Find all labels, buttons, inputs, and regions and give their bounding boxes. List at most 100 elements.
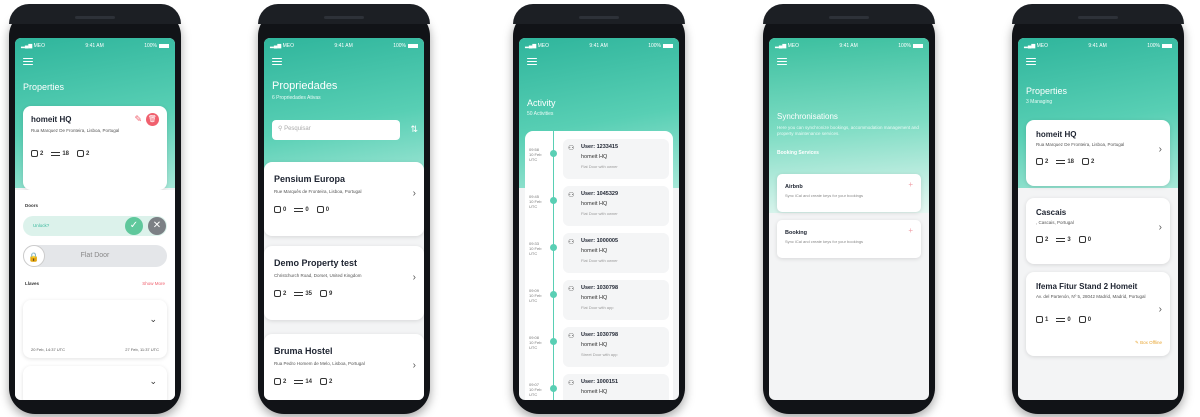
property-card[interactable]: homeit HQ ✎ 🗑 Rua Marquez De Fronteira, … [23,106,167,190]
property-card[interactable]: homeit HQ Rua Marquez De Fronteira, Lisbo… [1026,120,1170,186]
lock-icon [274,206,281,213]
door-button[interactable]: 🔒 Flat Door [23,245,167,267]
clock: 9:41 AM [334,43,353,49]
add-icon[interactable]: + [908,226,913,235]
keys-count: 0 [305,206,309,213]
property-card[interactable]: Demo Property test Christchurch Road, Dor… [264,246,424,320]
carrier: MEO [1036,43,1049,49]
status-bar: ▂▄▆ MEO 9:41 AM 100% [270,41,418,51]
signal-icon: ▂▄▆ [775,43,787,49]
page-title: Synchronisations [777,112,838,121]
confirm-icon[interactable]: ✓ [125,217,143,235]
activity-card[interactable]: ⚇ User: 1233415 homeit HQ Flat Door with ow… [563,139,669,179]
menu-icon[interactable] [777,58,787,65]
activity-card[interactable]: ⚇ User: 1045329 homeit HQ Flat Door with ow… [563,186,669,226]
property-stats: 1 0 0 [1036,316,1091,323]
property-card[interactable]: Bruma Hostel Rua Pedro Homem de Melo, Lis… [264,334,424,400]
property-address: Rua Marquez De Fronteira, Lisboa, Portug… [31,128,120,133]
chevron-right-icon[interactable]: › [1159,304,1162,315]
edit-icon[interactable]: ✎ [134,114,142,125]
chevron-right-icon[interactable]: › [413,188,416,199]
activity-user: User: 1000005 [581,238,619,244]
chevron-right-icon[interactable]: › [1159,144,1162,155]
service-name: Booking [785,230,807,236]
key-icon [1056,317,1066,322]
property-stats: 2 35 9 [274,290,332,297]
timeline-dot [550,197,557,204]
service-desc: Sync iCal and create keys for your booki… [785,193,864,198]
lock-icon [1036,158,1043,165]
carrier: MEO [537,43,550,49]
activity-card[interactable]: ⚇ User: 1000151 homeit HQ Flat Door with ke… [563,374,669,400]
page-subtitle: 50 Activities [527,111,554,117]
menu-icon[interactable] [527,58,537,65]
screen: ▂▄▆ MEO 9:41 AM 100% Synchronisations He… [769,38,929,400]
service-card[interactable]: Booking Sync iCal and create keys for you… [777,220,921,258]
carrier: MEO [787,43,800,49]
filter-icon[interactable]: ⇅ [410,124,418,135]
earpiece [579,16,619,19]
chevron-right-icon[interactable]: › [413,272,416,283]
lock-icon [31,150,38,157]
clock: 9:41 AM [1088,43,1107,49]
property-stats: 2 18 2 [31,150,89,157]
add-icon[interactable]: + [908,180,913,189]
activity-user: User: 1030798 [581,332,619,338]
user-icon: ⚇ [568,239,575,246]
signal-icon: ▂▄▆ [21,43,33,49]
property-stats: 0 0 0 [274,206,329,213]
property-address: Av. del Partenón, Nº 5, 28042 Madrid, Ma… [1036,294,1146,299]
property-name: Pensium Europa [274,174,346,184]
property-address: Christchurch Road, Dorset, United Kingdo… [274,273,362,278]
activity-card[interactable]: ⚇ User: 1030798 homeit HQ Street Door with … [563,327,669,367]
property-card[interactable]: Ifema Fitur Stand 2 Homeit Av. del Parten… [1026,272,1170,356]
menu-icon[interactable] [23,58,33,65]
key-card[interactable]: ⌄ 20 Feb, 14:37 UTC 27 Feb, 11:37 UTC [23,300,167,358]
keys-count: 0 [1067,316,1071,323]
show-more-link[interactable]: Show More [142,281,165,286]
phone-properties-detail: ▂▄▆ MEO 9:41 AM 100% Properties homeit H… [9,4,181,414]
unlock-field[interactable]: Unlock? ✓ ✕ [23,216,167,236]
cancel-icon[interactable]: ✕ [148,217,166,235]
user-icon: ⚇ [568,380,575,387]
earpiece [75,16,115,19]
phone-propriedades: ▂▄▆ MEO 9:41 AM 100% Propriedades 6 Prop… [258,4,430,414]
activity-card[interactable]: ⚇ User: 1030798 homeit HQ Flat Door with ap… [563,280,669,320]
property-card[interactable]: Cascais , Cascais, Portugal 2 3 0 › [1026,198,1170,264]
property-name: homeit HQ [1036,130,1077,139]
chevron-down-icon[interactable]: ⌄ [149,376,157,387]
activity-card[interactable]: ⚇ User: 1000005 homeit HQ Flat Door with ow… [563,233,669,273]
chevron-right-icon[interactable]: › [1159,222,1162,233]
calendar-icon [320,290,328,297]
phone-activity: ▂▄▆ MEO 9:41 AM 100% Activity 50 Activit… [513,4,685,414]
activity-time: 09:45 10 Feb UTC [529,194,542,209]
property-address: Rua Marquez De Fronteira, Lisboa, Portug… [1036,142,1125,147]
key-card[interactable]: ⌄ [23,366,167,400]
clock: 9:41 AM [839,43,858,49]
signal-icon: ▂▄▆ [1024,43,1036,49]
door-name: Flat Door [80,252,110,259]
battery-text: 100% [648,43,661,49]
activity-desc: Flat Door with app [581,305,614,310]
chevron-down-icon[interactable]: ⌄ [149,314,157,325]
earpiece [324,16,364,19]
user-icon: ⚇ [568,145,575,152]
service-card[interactable]: Airbnb Sync iCal and create keys for your… [777,174,921,212]
key-icon [51,151,61,156]
chevron-right-icon[interactable]: › [413,360,416,371]
bookings-count: 2 [1091,158,1095,165]
delete-icon[interactable]: 🗑 [146,113,159,126]
search-icon: ⚲ [278,126,283,132]
menu-icon[interactable] [272,58,282,65]
phone-properties-list: ▂▄▆ MEO 9:41 AM 100% Properties 3 Managi… [1012,4,1184,414]
menu-icon[interactable] [1026,58,1036,65]
property-card[interactable]: Pensium Europa Rue Marquês de Fronteira, … [264,162,424,236]
battery-icon [1161,43,1172,48]
locks-count: 2 [283,290,287,297]
property-stats: 2 3 0 [1036,236,1091,243]
activity-property: homeit HQ [581,389,608,395]
activity-user: User: 1045329 [581,191,619,197]
bookings-count: 2 [329,378,333,385]
search-input[interactable]: ⚲ Pesquisar [272,120,400,140]
activity-desc: Street Door with app [581,352,618,357]
